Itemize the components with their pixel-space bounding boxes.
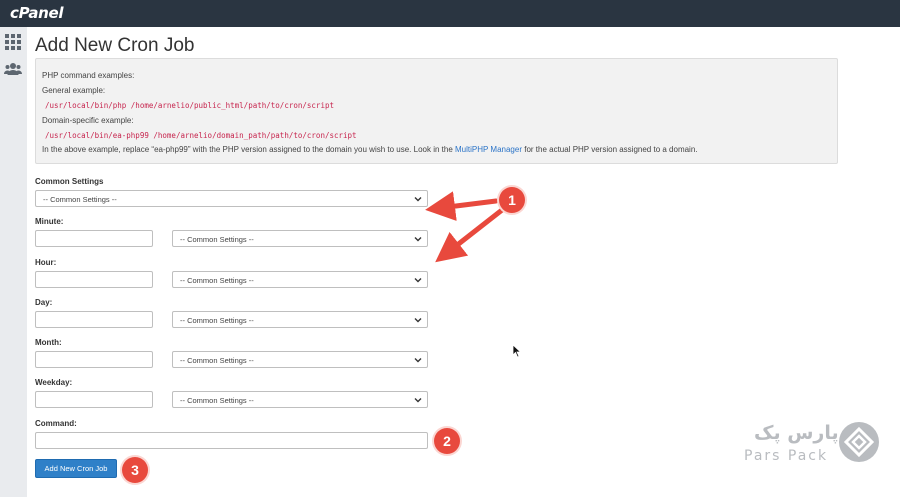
minute-select[interactable]: -- Common Settings --	[172, 230, 428, 247]
hour-input[interactable]	[35, 271, 153, 288]
minute-select-value: -- Common Settings --	[180, 235, 254, 244]
cpanel-logo[interactable]: cPanel	[10, 4, 64, 22]
page-title: Add New Cron Job	[35, 35, 195, 56]
domain-example-code: /usr/local/bin/ea-php99 /home/arnelio/do…	[45, 131, 357, 140]
domain-example-label: Domain-specific example:	[42, 116, 134, 125]
minute-input[interactable]	[35, 230, 153, 247]
month-label: Month:	[35, 338, 62, 347]
watermark-persian-text: پارس پک	[754, 422, 839, 444]
mouse-cursor-icon	[512, 344, 522, 358]
weekday-select[interactable]: -- Common Settings --	[172, 391, 428, 408]
annotation-badge-3: 3	[122, 457, 148, 483]
chevron-down-icon	[414, 278, 422, 283]
chevron-down-icon	[414, 197, 422, 202]
watermark-english-text: Pars Pack	[744, 448, 829, 464]
minute-label: Minute:	[35, 217, 64, 226]
month-select[interactable]: -- Common Settings --	[172, 351, 428, 368]
chevron-down-icon	[414, 398, 422, 403]
month-select-value: -- Common Settings --	[180, 356, 254, 365]
hour-select[interactable]: -- Common Settings --	[172, 271, 428, 288]
users-icon[interactable]	[4, 60, 22, 78]
multiphp-manager-link[interactable]: MultiPHP Manager	[455, 145, 522, 154]
weekday-label: Weekday:	[35, 378, 73, 387]
weekday-select-value: -- Common Settings --	[180, 396, 254, 405]
grid-icon[interactable]	[4, 33, 22, 51]
hour-select-value: -- Common Settings --	[180, 276, 254, 285]
weekday-input[interactable]	[35, 391, 153, 408]
day-select[interactable]: -- Common Settings --	[172, 311, 428, 328]
month-input[interactable]	[35, 351, 153, 368]
parspack-logo-icon	[839, 422, 879, 462]
command-label: Command:	[35, 419, 77, 428]
examples-heading: PHP command examples:	[42, 71, 135, 80]
chevron-down-icon	[414, 318, 422, 323]
common-settings-select[interactable]: -- Common Settings --	[35, 190, 428, 207]
parspack-watermark: پارس پک Pars Pack	[738, 418, 883, 473]
day-input[interactable]	[35, 311, 153, 328]
annotation-badge-1: 1	[499, 187, 525, 213]
day-select-value: -- Common Settings --	[180, 316, 254, 325]
common-settings-value: -- Common Settings --	[43, 195, 117, 204]
chevron-down-icon	[414, 237, 422, 242]
chevron-down-icon	[414, 358, 422, 363]
day-label: Day:	[35, 298, 53, 307]
general-example-code: /usr/local/bin/php /home/arnelio/public_…	[45, 101, 334, 110]
general-example-label: General example:	[42, 86, 106, 95]
examples-note: In the above example, replace “ea-php99”…	[42, 145, 698, 154]
top-bar: cPanel	[0, 0, 900, 27]
annotation-badge-2: 2	[434, 428, 460, 454]
common-settings-label: Common Settings	[35, 177, 104, 186]
hour-label: Hour:	[35, 258, 57, 267]
sidebar	[0, 27, 28, 497]
add-new-cron-job-button[interactable]: Add New Cron Job	[35, 459, 117, 478]
note-text-after: for the actual PHP version assigned to a…	[522, 145, 698, 154]
note-text-before: In the above example, replace “ea-php99”…	[42, 145, 455, 154]
command-input[interactable]	[35, 432, 428, 449]
php-examples-box: PHP command examples: General example: /…	[35, 58, 838, 164]
